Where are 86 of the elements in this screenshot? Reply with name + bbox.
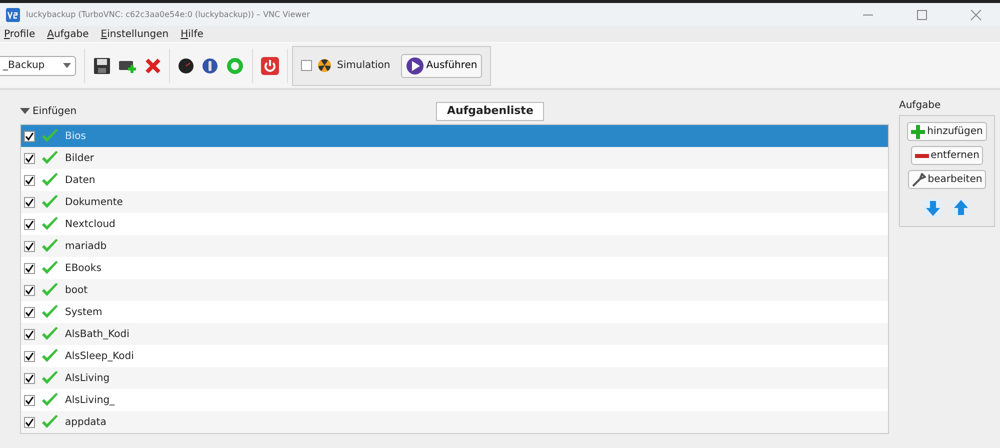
task-checkbox[interactable] bbox=[24, 130, 35, 142]
list-title: Aufgabenliste bbox=[436, 102, 544, 120]
add-button[interactable]: hinzufügen bbox=[907, 122, 987, 141]
task-checkbox[interactable] bbox=[24, 284, 35, 296]
maximize-icon[interactable] bbox=[916, 8, 928, 20]
task-name: AlsSleep_Kodi bbox=[65, 350, 134, 364]
gauge-icon[interactable] bbox=[178, 58, 194, 74]
checkmark-icon bbox=[41, 282, 59, 298]
task-row[interactable]: mariadb bbox=[21, 235, 888, 257]
task-row[interactable]: Dokumente bbox=[21, 191, 888, 213]
simulation-checkbox[interactable] bbox=[301, 60, 312, 71]
task-checkbox[interactable] bbox=[24, 196, 35, 208]
checkmark-icon bbox=[41, 326, 59, 342]
task-checkbox[interactable] bbox=[24, 218, 35, 230]
task-row[interactable]: appdata bbox=[21, 411, 888, 433]
menu-item[interactable]: Einstellungen bbox=[100, 26, 169, 42]
app-icon bbox=[6, 8, 20, 22]
caret-icon bbox=[63, 63, 71, 68]
task-checkbox[interactable] bbox=[24, 240, 35, 252]
task-checkbox[interactable] bbox=[24, 394, 35, 406]
task-row[interactable]: System bbox=[21, 301, 888, 323]
task-row[interactable]: Daten bbox=[21, 169, 888, 191]
task-checkbox[interactable] bbox=[24, 416, 35, 428]
task-name: Nextcloud bbox=[65, 218, 116, 232]
checkmark-icon bbox=[41, 194, 59, 210]
task-checkbox[interactable] bbox=[24, 306, 35, 318]
move-down-icon[interactable] bbox=[924, 199, 942, 217]
radiation-icon bbox=[318, 59, 331, 72]
task-row[interactable]: EBooks bbox=[21, 257, 888, 279]
checkmark-icon bbox=[41, 128, 59, 144]
task-checkbox[interactable] bbox=[24, 152, 35, 164]
wrench-icon bbox=[912, 172, 926, 186]
task-checkbox[interactable] bbox=[24, 328, 35, 340]
task-name: Daten bbox=[65, 174, 96, 188]
edit-button[interactable]: bearbeiten bbox=[908, 170, 986, 189]
task-name: boot bbox=[65, 284, 88, 298]
task-name: System bbox=[65, 306, 102, 320]
task-checkbox[interactable] bbox=[24, 174, 35, 186]
delete-icon[interactable] bbox=[145, 58, 161, 74]
task-row[interactable]: AlsSleep_Kodi bbox=[21, 345, 888, 367]
info-icon[interactable] bbox=[202, 58, 218, 74]
checkmark-icon bbox=[41, 304, 59, 320]
task-name: AlsBath_Kodi bbox=[65, 328, 130, 342]
checkmark-icon bbox=[41, 414, 59, 430]
checkmark-icon bbox=[41, 216, 59, 232]
task-name: mariadb bbox=[65, 240, 107, 254]
task-name: appdata bbox=[65, 416, 106, 430]
task-row[interactable]: AlsLiving_ bbox=[21, 389, 888, 411]
checkmark-icon bbox=[41, 348, 59, 364]
insert-toggle[interactable]: Einfügen bbox=[20, 104, 77, 118]
save-icon[interactable] bbox=[93, 56, 111, 74]
panel-title: Aufgabe bbox=[899, 99, 942, 113]
task-name: Dokumente bbox=[65, 196, 123, 210]
play-icon bbox=[406, 56, 424, 74]
remove-button[interactable]: entfernen bbox=[910, 146, 984, 165]
checkmark-icon bbox=[41, 172, 59, 188]
task-name: EBooks bbox=[65, 262, 102, 276]
menu-item[interactable]: Aufgabe bbox=[47, 26, 89, 42]
simulation-label: Simulation bbox=[337, 59, 390, 73]
plus-icon bbox=[911, 124, 926, 138]
task-checkbox[interactable] bbox=[24, 350, 35, 362]
expand-arrow-icon bbox=[20, 107, 30, 115]
window-title: luckybackup (TurboVNC: c62c3aa0e54e:0 (luckybackup)) – VNC Viewer bbox=[26, 8, 310, 20]
checkmark-icon bbox=[41, 238, 59, 254]
checkmark-icon bbox=[41, 150, 59, 166]
task-row[interactable]: Nextcloud bbox=[21, 213, 888, 235]
task-row[interactable]: AlsLiving bbox=[21, 367, 888, 389]
task-checkbox[interactable] bbox=[24, 372, 35, 384]
task-checkbox[interactable] bbox=[24, 262, 35, 274]
power-icon[interactable] bbox=[261, 56, 279, 74]
task-name: AlsLiving_ bbox=[65, 394, 115, 408]
checkmark-icon bbox=[41, 392, 59, 408]
close-icon[interactable] bbox=[970, 8, 982, 20]
task-name: AlsLiving bbox=[65, 372, 110, 386]
move-up-icon[interactable] bbox=[952, 199, 970, 217]
menu-item[interactable]: Hilfe bbox=[180, 26, 204, 42]
menu-item[interactable]: Profile bbox=[4, 26, 36, 42]
task-name: Bilder bbox=[65, 152, 94, 166]
task-row[interactable]: boot bbox=[21, 279, 888, 301]
checkmark-icon bbox=[41, 260, 59, 276]
task-name: Bios bbox=[65, 130, 86, 144]
profile-dropdown[interactable]: _Backup bbox=[0, 56, 76, 76]
task-row[interactable]: Bilder bbox=[21, 147, 888, 169]
run-button[interactable]: Ausführen bbox=[401, 54, 482, 78]
task-row[interactable]: AlsBath_Kodi bbox=[21, 323, 888, 345]
checkmark-icon bbox=[41, 370, 59, 386]
